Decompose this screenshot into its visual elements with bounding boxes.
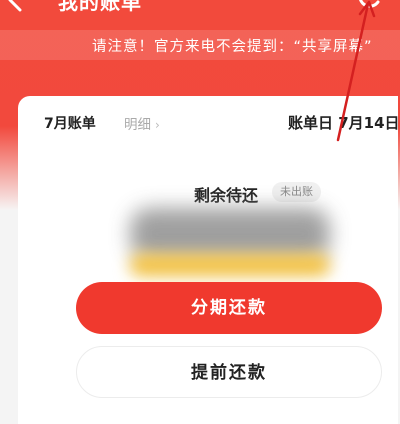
early-repay-button[interactable]: 提前还款 — [76, 346, 382, 398]
status-badge: 未出账 — [272, 182, 321, 202]
tab-detail[interactable]: 明细 › — [124, 113, 160, 133]
installment-repay-button[interactable]: 分期还款 — [76, 282, 382, 334]
tab-detail-label: 明细 — [124, 117, 151, 133]
blurred-highlight — [130, 254, 330, 276]
top-bar: 我的账单 — [0, 0, 400, 30]
bill-day-text: 账单日 7月14日 — [288, 114, 400, 132]
security-notice-text: 请注意！官方来电不会提到：“共享屏幕” — [92, 39, 373, 55]
blurred-amount — [130, 208, 330, 260]
back-arrow-icon[interactable] — [2, 0, 30, 14]
refresh-icon[interactable] — [356, 0, 384, 12]
page-title: 我的账单 — [58, 0, 142, 14]
tab-monthly-bill[interactable]: 7月账单 — [44, 113, 96, 133]
chevron-right-icon: › — [155, 118, 160, 132]
bill-card: 7月账单 明细 › 账单日 7月14日 剩余待还 未出账 分期还款 提前还款 — [18, 96, 400, 424]
remaining-amount-label: 剩余待还 — [194, 186, 259, 205]
security-notice-bar: 请注意！官方来电不会提到：“共享屏幕” — [0, 30, 400, 60]
